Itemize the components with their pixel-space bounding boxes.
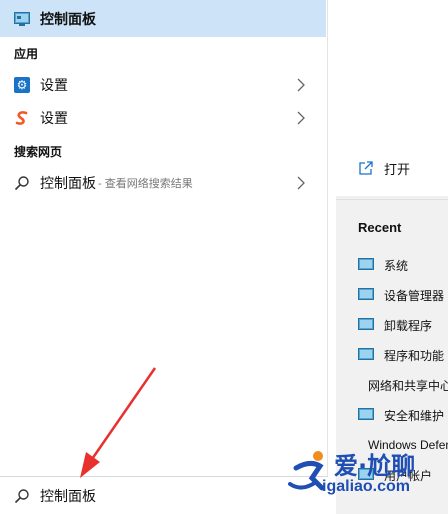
open-label: 打开 — [384, 161, 411, 177]
search-input[interactable]: 控制面板 — [40, 486, 96, 506]
watermark: 爱·尬聊 igaliao.com — [286, 444, 446, 500]
chevron-right-icon[interactable] — [294, 78, 308, 92]
control-panel-icon — [358, 408, 374, 420]
search-results-pane: 控制面板 应用 ⚙ 设置 设置 搜索网页 控制面板 - 查看网络搜索结果 控制面… — [0, 0, 328, 514]
recent-item[interactable]: 设备管理器 — [358, 280, 448, 310]
control-panel-icon — [358, 288, 374, 300]
preview-header — [336, 0, 448, 140]
recent-item[interactable]: 程序和功能 — [358, 340, 448, 370]
web-section-header: 搜索网页 — [14, 145, 63, 159]
recent-item-label: 卸载程序 — [384, 318, 433, 333]
control-panel-icon — [358, 318, 374, 330]
open-action[interactable]: 打开 — [336, 140, 448, 196]
chevron-right-icon[interactable] — [294, 111, 308, 125]
sogou-icon — [14, 110, 30, 126]
recent-item-label: 系统 — [384, 258, 409, 273]
best-match-item[interactable]: 控制面板 — [0, 0, 326, 37]
watermark-brand: 爱·尬聊 — [334, 452, 416, 480]
web-search-label: 控制面板 — [40, 175, 96, 191]
app-item-label: 设置 — [40, 110, 68, 126]
recent-title: Recent — [358, 220, 402, 235]
open-icon — [359, 161, 373, 175]
recent-item[interactable]: 系统 — [358, 250, 448, 280]
control-panel-icon — [358, 348, 374, 360]
app-item-sogou-settings[interactable]: 设置 — [0, 101, 326, 135]
search-icon — [14, 176, 29, 191]
app-item-settings[interactable]: ⚙ 设置 — [0, 68, 326, 102]
recent-item-label: 安全和维护 — [384, 408, 445, 423]
control-panel-icon — [358, 258, 374, 270]
search-icon — [14, 488, 29, 503]
gear-icon: ⚙ — [14, 77, 30, 93]
web-search-suffix: - 查看网络搜索结果 — [98, 178, 193, 190]
best-match-label: 控制面板 — [40, 10, 96, 27]
recent-item-label: 网络和共享中心 — [368, 378, 448, 393]
recent-item[interactable]: 安全和维护 — [358, 400, 448, 430]
chevron-right-icon[interactable] — [294, 176, 308, 190]
apps-section-header: 应用 — [14, 47, 39, 61]
recent-item-label: 设备管理器 — [384, 288, 445, 303]
control-panel-icon — [14, 11, 30, 26]
web-search-item[interactable]: 控制面板 - 查看网络搜索结果 — [0, 166, 326, 200]
app-item-label: 设置 — [40, 77, 68, 93]
recent-item-label: 程序和功能 — [384, 348, 445, 363]
recent-item[interactable]: 网络和共享中心 — [358, 370, 448, 400]
preview-pane: 打开 Recent 系统 设备管理器 卸载程序 程序和功能 网络和共享中心 安全… — [336, 0, 448, 514]
search-box[interactable]: 控制面板 — [0, 476, 328, 514]
watermark-url: igaliao.com — [322, 478, 411, 495]
divider — [336, 199, 448, 200]
recent-item[interactable]: 卸载程序 — [358, 310, 448, 340]
